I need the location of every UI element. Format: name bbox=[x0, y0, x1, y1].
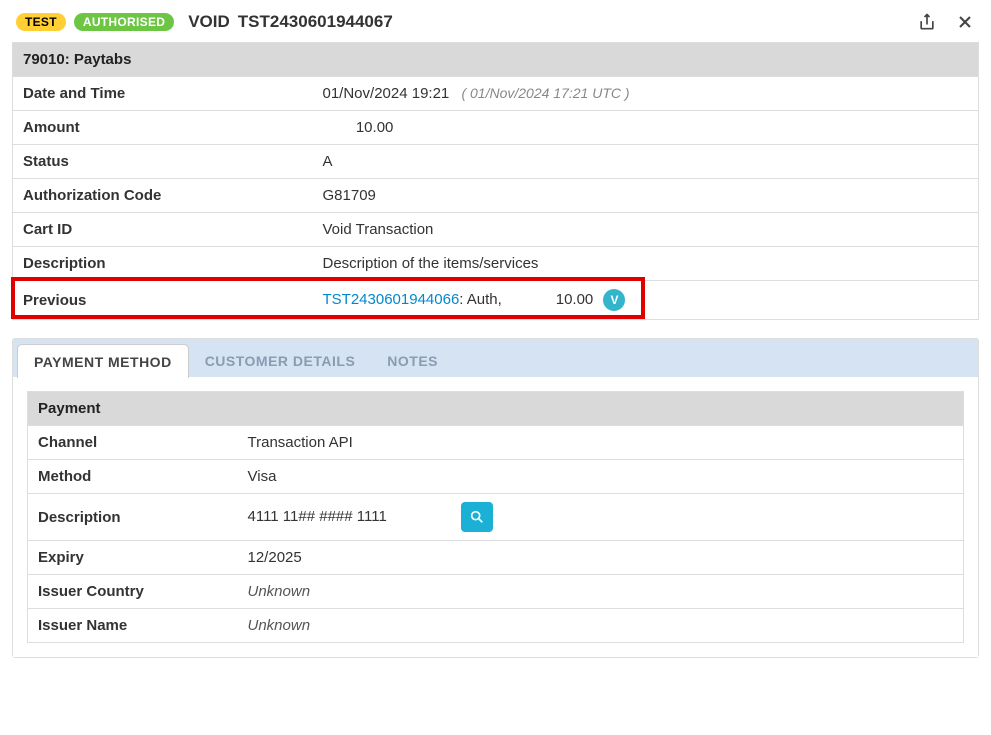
issuer-name-label: Issuer Name bbox=[28, 609, 238, 643]
channel-value: Transaction API bbox=[238, 426, 964, 460]
close-icon[interactable] bbox=[955, 12, 975, 32]
transaction-details-table: 79010: Paytabs Date and Time 01/Nov/2024… bbox=[12, 42, 979, 320]
header-actions bbox=[917, 12, 975, 32]
masked-card: 4111 11## #### 1111 bbox=[248, 508, 387, 525]
issuer-country-value: Unknown bbox=[238, 575, 964, 609]
table-row: Authorization Code G81709 bbox=[13, 179, 979, 213]
test-badge: TEST bbox=[16, 13, 66, 31]
previous-txn-link[interactable]: TST2430601944066 bbox=[323, 291, 460, 308]
description-label: Description bbox=[13, 247, 313, 281]
table-row: Amount 10.00 bbox=[13, 111, 979, 145]
table-row: Channel Transaction API bbox=[28, 426, 964, 460]
card-desc-value: 4111 11## #### 1111 bbox=[238, 494, 964, 541]
method-label: Method bbox=[28, 460, 238, 494]
previous-label: Previous bbox=[13, 281, 313, 320]
cart-id-label: Cart ID bbox=[13, 213, 313, 247]
share-icon[interactable] bbox=[917, 12, 937, 32]
payment-table: Payment Channel Transaction API Method V… bbox=[27, 391, 964, 643]
payment-header: Payment bbox=[28, 392, 964, 426]
date-value: 01/Nov/2024 19:21 ( 01/Nov/2024 17:21 UT… bbox=[313, 77, 979, 111]
transaction-header: TEST AUTHORISED VOID TST2430601944067 bbox=[12, 12, 979, 42]
date-utc: ( 01/Nov/2024 17:21 UTC ) bbox=[461, 85, 629, 101]
auth-code-label: Authorization Code bbox=[13, 179, 313, 213]
amount-value: 10.00 bbox=[313, 111, 979, 145]
search-card-button[interactable] bbox=[461, 502, 493, 532]
table-row: Issuer Name Unknown bbox=[28, 609, 964, 643]
table-row: Cart ID Void Transaction bbox=[13, 213, 979, 247]
previous-status: : Auth, bbox=[459, 291, 531, 308]
expiry-value: 12/2025 bbox=[238, 541, 964, 575]
card-desc-label: Description bbox=[28, 494, 238, 541]
table-row: Description Description of the items/ser… bbox=[13, 247, 979, 281]
date-label: Date and Time bbox=[13, 77, 313, 111]
status-value: A bbox=[313, 145, 979, 179]
table-row: Method Visa bbox=[28, 460, 964, 494]
tab-notes[interactable]: NOTES bbox=[371, 344, 454, 377]
previous-value: TST2430601944066: Auth,10.00 V bbox=[313, 281, 979, 320]
authorised-badge: AUTHORISED bbox=[74, 13, 174, 31]
tab-body: Payment Channel Transaction API Method V… bbox=[13, 377, 978, 657]
auth-code-value: G81709 bbox=[313, 179, 979, 213]
issuer-name-value: Unknown bbox=[238, 609, 964, 643]
tabs-container: PAYMENT METHOD CUSTOMER DETAILS NOTES Pa… bbox=[12, 338, 979, 658]
amount-label: Amount bbox=[13, 111, 313, 145]
tabs-header: PAYMENT METHOD CUSTOMER DETAILS NOTES bbox=[13, 339, 978, 377]
table-row: Description 4111 11## #### 1111 bbox=[28, 494, 964, 541]
cart-id-value: Void Transaction bbox=[313, 213, 979, 247]
void-label: VOID bbox=[188, 12, 230, 32]
channel-label: Channel bbox=[28, 426, 238, 460]
status-label: Status bbox=[13, 145, 313, 179]
method-value: Visa bbox=[238, 460, 964, 494]
table-row: Issuer Country Unknown bbox=[28, 575, 964, 609]
tab-customer-details[interactable]: CUSTOMER DETAILS bbox=[189, 344, 372, 377]
merchant-header: 79010: Paytabs bbox=[13, 43, 979, 77]
verified-badge-icon: V bbox=[603, 289, 625, 311]
previous-row: Previous TST2430601944066: Auth,10.00 V bbox=[13, 281, 979, 320]
issuer-country-label: Issuer Country bbox=[28, 575, 238, 609]
table-row: Date and Time 01/Nov/2024 19:21 ( 01/Nov… bbox=[13, 77, 979, 111]
table-row: Status A bbox=[13, 145, 979, 179]
previous-amount: 10.00 bbox=[531, 291, 599, 308]
description-value: Description of the items/services bbox=[313, 247, 979, 281]
date-local: 01/Nov/2024 19:21 bbox=[323, 85, 450, 102]
transaction-ref: TST2430601944067 bbox=[238, 12, 393, 32]
tab-payment-method[interactable]: PAYMENT METHOD bbox=[17, 344, 189, 378]
expiry-label: Expiry bbox=[28, 541, 238, 575]
table-row: Expiry 12/2025 bbox=[28, 541, 964, 575]
